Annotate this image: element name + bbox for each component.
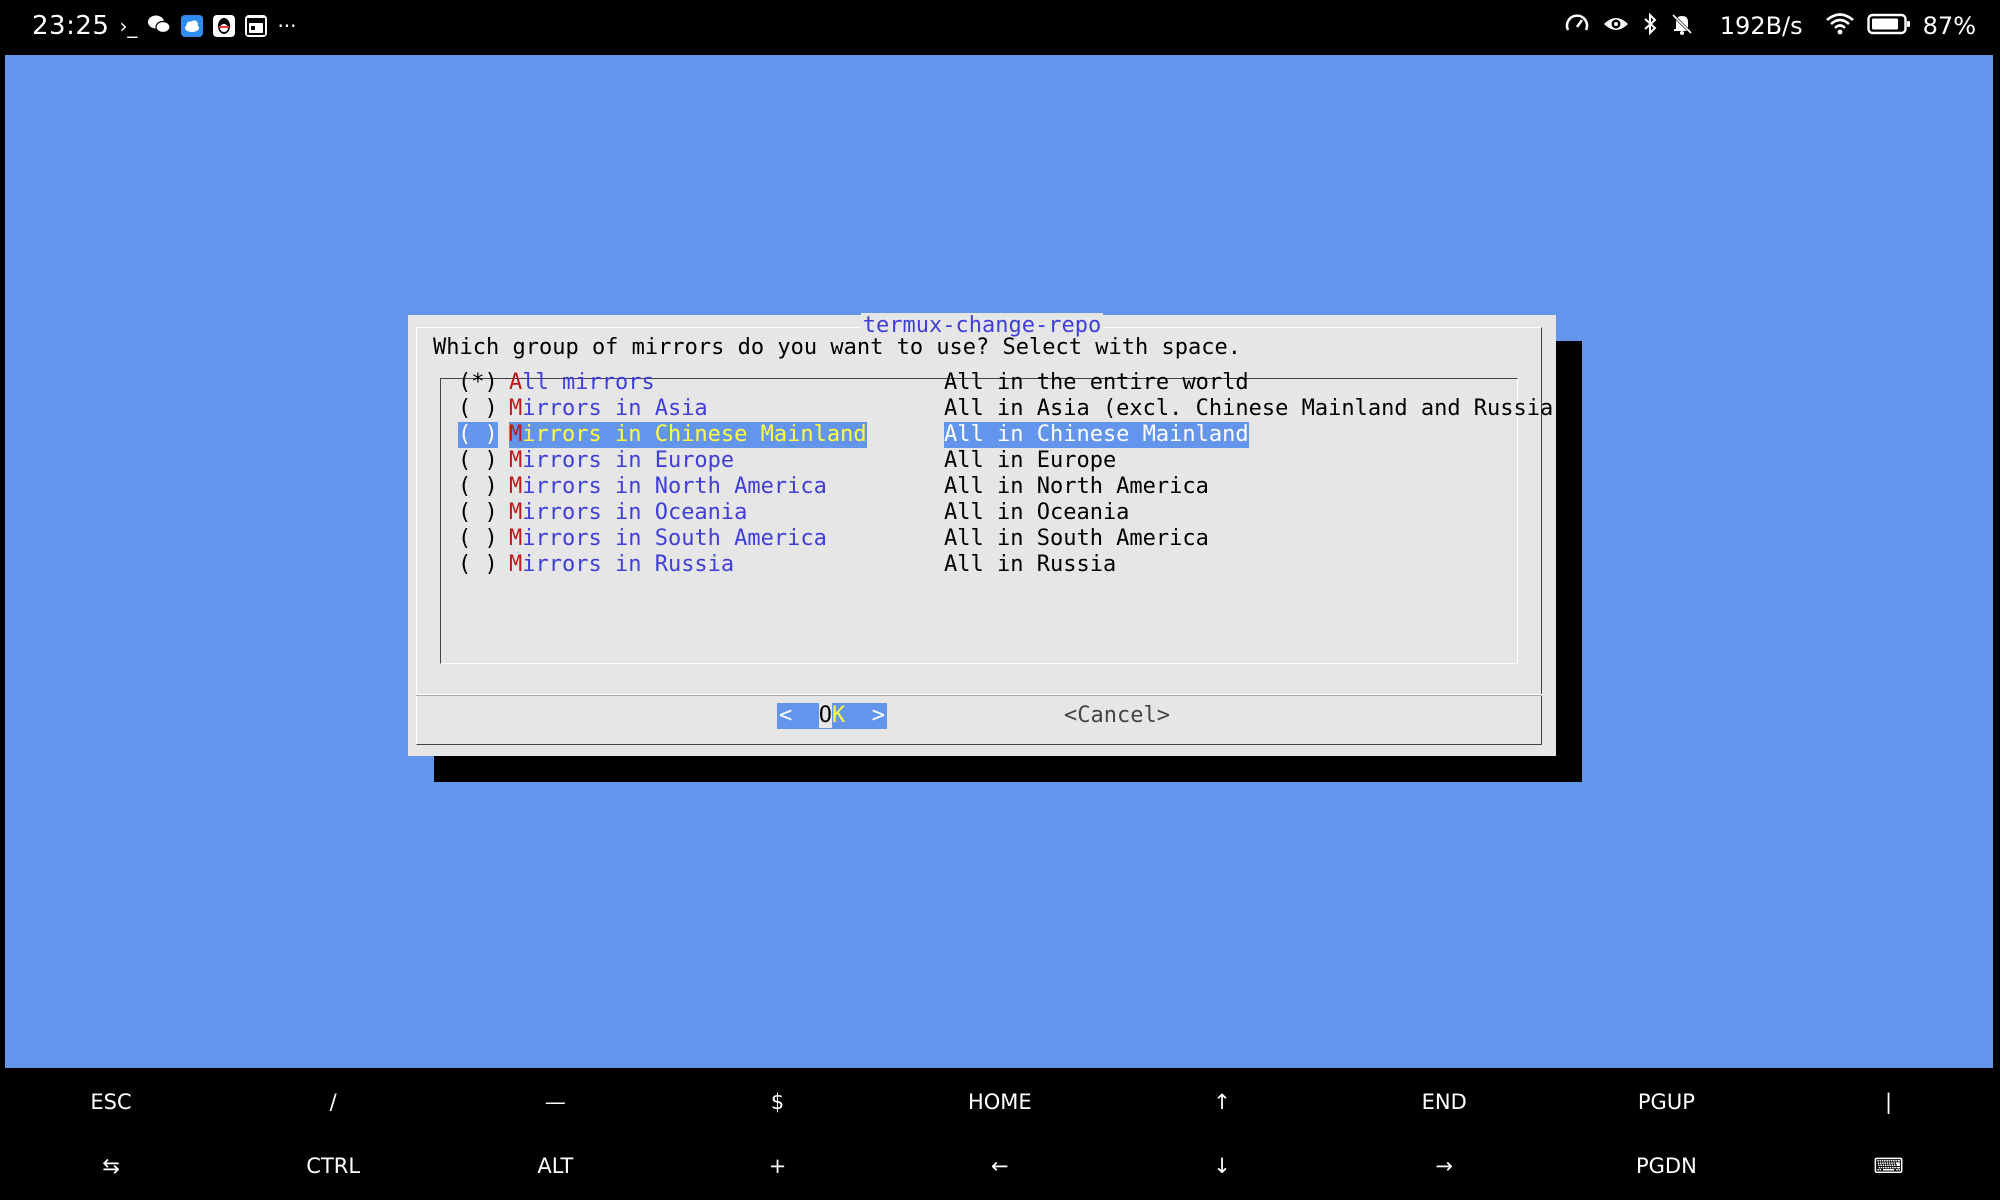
cancel-button[interactable]: <Cancel> xyxy=(1064,703,1170,729)
radio-indicator[interactable]: ( ) xyxy=(458,448,498,474)
mirror-option-label[interactable]: All mirrors xyxy=(509,370,655,396)
mirror-option-label[interactable]: Mirrors in Europe xyxy=(509,448,734,474)
key-end[interactable]: END xyxy=(1333,1070,1555,1134)
qq-icon xyxy=(213,15,236,37)
mirror-option-description: All in the entire world xyxy=(944,370,1249,395)
ok-button-k: K xyxy=(832,703,846,728)
battery-icon xyxy=(1866,12,1911,41)
key-slash[interactable]: / xyxy=(222,1070,444,1134)
key-alt[interactable]: ALT xyxy=(444,1134,666,1198)
mirror-option-description: All in South America xyxy=(944,526,1209,551)
ok-button[interactable]: < OK > xyxy=(777,703,887,729)
mirror-group-dialog: termux-change-repo Which group of mirror… xyxy=(408,313,1567,756)
radio-indicator[interactable]: ( ) xyxy=(458,526,498,552)
mirror-option-description: All in Russia xyxy=(944,552,1117,577)
radio-indicator[interactable]: ( ) xyxy=(458,552,498,578)
calendar-app-icon xyxy=(245,15,268,37)
more-icon: ··· xyxy=(277,14,297,38)
mirror-option-description: All in Europe xyxy=(944,448,1117,473)
arrow-up-key[interactable]: ↑ xyxy=(1111,1070,1333,1134)
radio-indicator[interactable]: ( ) xyxy=(458,396,498,422)
radio-indicator[interactable]: ( ) xyxy=(458,474,498,500)
mirror-option-label[interactable]: Mirrors in Oceania xyxy=(509,500,747,526)
mirror-option-description: All in Oceania xyxy=(944,500,1130,525)
mirror-option-hotkey: M xyxy=(509,500,523,525)
mirror-option-hotkey: M xyxy=(509,526,523,551)
terminal-view[interactable]: termux-change-repo Which group of mirror… xyxy=(5,55,1993,1068)
speed-gauge-icon xyxy=(1564,12,1590,41)
mirror-option-label[interactable]: Mirrors in South America xyxy=(509,526,827,552)
ok-button-right: > xyxy=(845,703,885,728)
mirror-option-description: All in North America xyxy=(944,474,1209,499)
keyboard-icon[interactable]: ⌨ xyxy=(1778,1134,2000,1198)
dialog-separator xyxy=(416,694,1542,696)
mirror-option-label-rest: irrors in North America xyxy=(522,474,827,499)
mirror-option-label[interactable]: Mirrors in North America xyxy=(509,474,827,500)
mirror-option-label-rest: irrors in Oceania xyxy=(522,500,748,525)
arrow-down-key[interactable]: ↓ xyxy=(1111,1134,1333,1198)
mirror-option-label-rest: irrors in Europe xyxy=(522,448,735,473)
mirror-option-hotkey: M xyxy=(509,448,523,473)
extra-keys-bar: ESC / — $ HOME ↑ END PGUP | ⇆ CTRL ALT + ← ↓ → PGDN ⌨ xyxy=(0,1068,2000,1200)
key-plus[interactable]: + xyxy=(667,1134,889,1198)
wifi-icon xyxy=(1825,12,1855,40)
radio-indicator[interactable]: (*) xyxy=(458,370,498,396)
mirror-option-label-rest: irrors in Asia xyxy=(522,396,708,421)
tab-key-icon[interactable]: ⇆ xyxy=(0,1134,222,1198)
mirror-option-description: All in Asia (excl. Chinese Mainland and … xyxy=(944,396,1567,421)
mirror-option-hotkey: M xyxy=(509,396,523,421)
network-speed: 192B/s xyxy=(1719,12,1803,40)
key-pgup[interactable]: PGUP xyxy=(1555,1070,1777,1134)
mirror-option-label-rest: ll mirrors xyxy=(522,370,655,395)
arrow-left-key[interactable]: ← xyxy=(889,1134,1111,1198)
mirror-option-label[interactable]: Mirrors in Asia xyxy=(509,396,708,422)
key-pgdn[interactable]: PGDN xyxy=(1555,1134,1777,1198)
radio-indicator[interactable]: ( ) xyxy=(458,422,498,448)
ok-button-o: O xyxy=(818,703,832,728)
arrow-right-key[interactable]: → xyxy=(1333,1134,1555,1198)
mirror-option-hotkey: M xyxy=(509,552,523,577)
mirror-option-label-rest: irrors in Chinese Mainland xyxy=(522,422,867,447)
key-dollar[interactable]: $ xyxy=(667,1070,889,1134)
key-ctrl[interactable]: CTRL xyxy=(222,1134,444,1198)
mirror-option-hotkey: A xyxy=(509,370,523,395)
bluetooth-icon xyxy=(1642,12,1658,41)
battery-percent: 87% xyxy=(1922,12,1976,40)
mirror-option-hotkey: M xyxy=(509,474,523,499)
cloud-app-icon xyxy=(181,15,204,37)
key-home[interactable]: HOME xyxy=(889,1070,1111,1134)
mirror-option-hotkey: M xyxy=(509,422,523,447)
key-esc[interactable]: ESC xyxy=(0,1070,222,1134)
mute-bell-icon xyxy=(1670,12,1694,41)
key-dash[interactable]: — xyxy=(444,1070,666,1134)
status-bar: 23:25 ›_ ··· 192B/s 87% xyxy=(0,0,2000,55)
mirror-option-label[interactable]: Mirrors in Chinese Mainland xyxy=(509,422,867,448)
clock: 23:25 xyxy=(32,11,110,41)
terminal-prompt-icon: ›_ xyxy=(119,14,138,38)
mirror-option-label-rest: irrors in South America xyxy=(522,526,827,551)
wechat-icon xyxy=(147,13,172,40)
mirror-option-label-rest: irrors in Russia xyxy=(522,552,735,577)
mirror-option-label[interactable]: Mirrors in Russia xyxy=(509,552,734,578)
mirror-option-description: All in Chinese Mainland xyxy=(944,422,1249,448)
eye-icon xyxy=(1602,13,1630,40)
ok-button-left: < xyxy=(779,703,819,728)
dialog-prompt: Which group of mirrors do you want to us… xyxy=(433,335,1241,360)
key-pipe[interactable]: | xyxy=(1778,1070,2000,1134)
radio-indicator[interactable]: ( ) xyxy=(458,500,498,526)
